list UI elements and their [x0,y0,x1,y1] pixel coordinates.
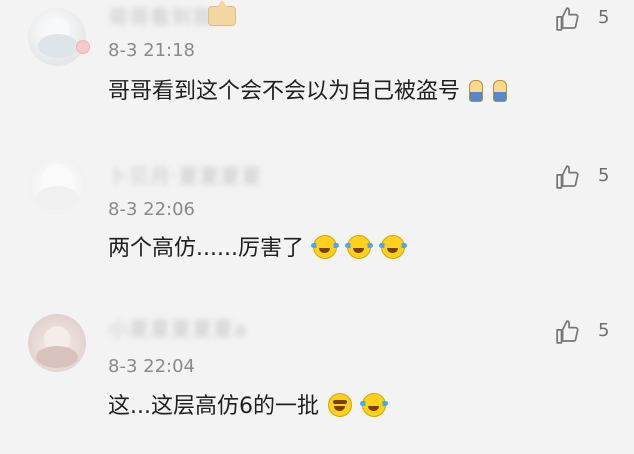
laughing-tears-emoji-icon [344,235,373,259]
avatar-body-shape [38,34,78,58]
emoji-group [327,392,389,422]
comment-text-content: 两个高仿......厉害了 [108,236,304,261]
comment-text: 两个高仿......厉害了 [108,234,408,264]
avatar-body-shape [36,186,78,210]
comment-text-content: 哥哥看到这个会不会以为自己被盗号 [108,79,461,104]
user-avatar[interactable] [28,156,86,214]
like-button[interactable]: 5 [555,317,619,347]
comment-time: 8-3 22:06 [108,199,195,220]
comment-text-content: 这...这层高仿6的一批 [108,394,319,419]
comment-item-2: 卜贝月·夏夏夏夏 8-3 22:06 两个高仿......厉害了 5 [0,150,634,300]
like-count: 5 [598,7,610,28]
laughing-tears-emoji-icon [310,235,339,259]
comment-item-1: 哥哥看到我 8-3 21:18 哥哥看到这个会不会以为自己被盗号 5 [0,0,634,150]
vip-crown-icon [208,0,236,26]
laughing-tears-emoji-icon [378,235,407,259]
cry-figure-emoji-icon [493,80,508,102]
comment-item-3: 小夏夏夏夏夏a 8-3 22:04 这...这层高仿6的一批 5 [0,300,634,450]
comment-username[interactable]: 卜贝月·夏夏夏夏 [108,163,262,189]
like-button[interactable]: 5 [555,162,619,192]
comment-time: 8-3 21:18 [108,40,195,61]
like-count: 5 [598,165,610,186]
like-count: 5 [598,320,610,341]
comment-text: 这...这层高仿6的一批 [108,392,389,422]
grin-emoji-icon [327,393,352,417]
cry-figure-emoji-icon [469,80,484,102]
user-avatar[interactable] [28,8,86,66]
laughing-tears-emoji-icon [359,393,388,417]
avatar-body-shape [36,346,78,368]
comment-text: 哥哥看到这个会不会以为自己被盗号 [108,77,510,107]
emoji-group [469,77,510,107]
thumbs-up-icon [556,7,579,31]
user-avatar[interactable] [28,314,86,372]
comment-username[interactable]: 小夏夏夏夏夏a [108,316,247,342]
comment-time: 8-3 22:04 [108,356,195,377]
thumbs-up-icon [556,165,579,189]
like-button[interactable]: 5 [555,4,619,34]
comment-username[interactable]: 哥哥看到我 [108,4,213,30]
comment-list-page: 哥哥看到我 8-3 21:18 哥哥看到这个会不会以为自己被盗号 5 卜贝月·夏… [0,0,634,454]
thumbs-up-icon [556,320,579,344]
avatar-badge-icon [76,40,90,54]
emoji-group [310,234,408,264]
